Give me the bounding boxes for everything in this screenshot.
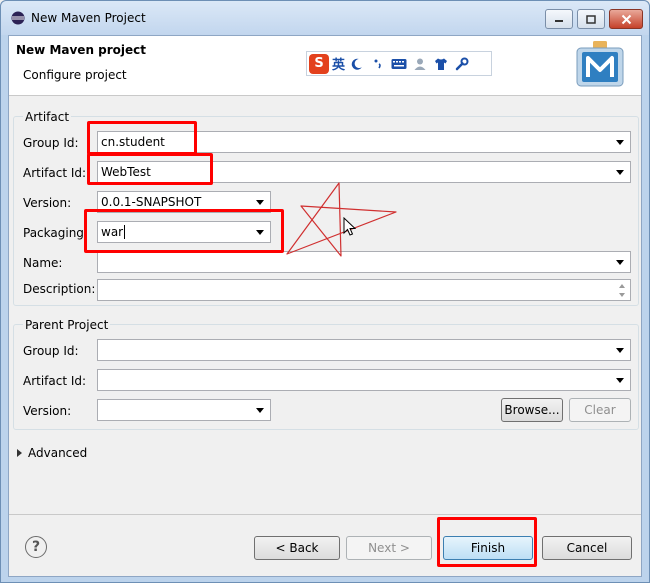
finish-button[interactable]: Finish (443, 536, 533, 560)
cancel-button[interactable]: Cancel (542, 536, 632, 560)
parent-project-group-label: Parent Project (23, 318, 111, 332)
clear-button[interactable]: Clear (569, 398, 631, 422)
skin-shirt-icon[interactable] (432, 55, 450, 73)
parent-artifact-id-combo[interactable] (97, 369, 631, 391)
parent-version-label: Version: (23, 404, 72, 418)
next-button[interactable]: Next > (346, 536, 432, 560)
minimize-button[interactable] (545, 9, 573, 29)
parent-group-id-combo[interactable] (97, 339, 631, 361)
title-bar: New Maven Project (1, 1, 649, 35)
close-icon (621, 14, 631, 24)
version-combo[interactable]: 0.0.1-SNAPSHOT (97, 191, 271, 213)
group-id-combo[interactable]: cn.student (97, 131, 631, 153)
version-label: Version: (23, 196, 72, 210)
description-label: Description: (23, 282, 96, 296)
chevron-down-icon[interactable] (256, 200, 264, 205)
packaging-combo[interactable]: war (97, 221, 271, 243)
parent-artifact-id-label: Artifact Id: (23, 374, 87, 388)
text-caret (124, 225, 126, 239)
window-title: New Maven Project (31, 11, 146, 25)
description-scrollbar[interactable] (616, 281, 628, 300)
version-value: 0.0.1-SNAPSHOT (101, 195, 202, 209)
parent-group-id-label: Group Id: (23, 344, 79, 358)
mouse-cursor-icon (343, 217, 357, 236)
advanced-toggle[interactable]: Advanced (17, 446, 87, 460)
punctuation-icon[interactable] (369, 55, 387, 73)
ime-toolbar[interactable]: S 英 (306, 51, 492, 76)
artifact-id-label: Artifact Id: (23, 166, 87, 180)
packaging-value: war (101, 225, 124, 239)
scroll-down-icon[interactable] (619, 293, 625, 297)
name-label: Name: (23, 256, 63, 270)
parent-version-combo[interactable] (97, 399, 271, 421)
chevron-down-icon[interactable] (616, 260, 624, 265)
eclipse-icon (11, 11, 25, 25)
chevron-down-icon[interactable] (256, 230, 264, 235)
sogou-logo-icon: S (309, 53, 329, 74)
chevron-down-icon[interactable] (616, 348, 624, 353)
chevron-down-icon[interactable] (616, 170, 624, 175)
user-icon[interactable] (411, 55, 429, 73)
maven-logo-icon (576, 41, 624, 87)
parent-project-group: Parent Project Group Id: Artifact Id: Ve… (13, 318, 639, 430)
browse-button[interactable]: Browse... (501, 398, 563, 422)
advanced-label: Advanced (28, 446, 88, 460)
minimize-icon (555, 20, 563, 22)
chevron-down-icon[interactable] (616, 140, 624, 145)
dialog-client: New Maven project Configure project S 英 (8, 35, 642, 577)
chevron-down-icon[interactable] (616, 378, 624, 383)
moon-icon[interactable] (348, 55, 366, 73)
ime-language-toggle[interactable]: 英 (332, 54, 345, 73)
group-id-value: cn.student (101, 135, 165, 149)
page-subtitle: Configure project (23, 68, 127, 82)
chevron-right-icon (17, 449, 22, 457)
maximize-button[interactable] (577, 9, 605, 29)
chevron-down-icon[interactable] (256, 408, 264, 413)
back-button[interactable]: < Back (254, 536, 340, 560)
dialog-window: New Maven Project New Maven project Conf… (0, 0, 650, 583)
group-id-label: Group Id: (23, 136, 79, 150)
close-button[interactable] (609, 9, 643, 29)
scroll-up-icon[interactable] (619, 284, 625, 288)
footer-separator (9, 514, 641, 515)
wizard-header: New Maven project Configure project S 英 (9, 36, 641, 96)
description-textarea[interactable] (97, 279, 631, 301)
star-annotation (286, 182, 397, 257)
artifact-id-value: WebTest (101, 165, 151, 179)
artifact-group-label: Artifact (23, 110, 72, 124)
keyboard-icon[interactable] (390, 55, 408, 73)
maximize-icon (586, 14, 596, 24)
wrench-icon[interactable] (453, 55, 471, 73)
help-icon[interactable]: ? (25, 536, 47, 558)
packaging-label: Packaging: (23, 226, 88, 240)
page-title: New Maven project (16, 43, 147, 57)
